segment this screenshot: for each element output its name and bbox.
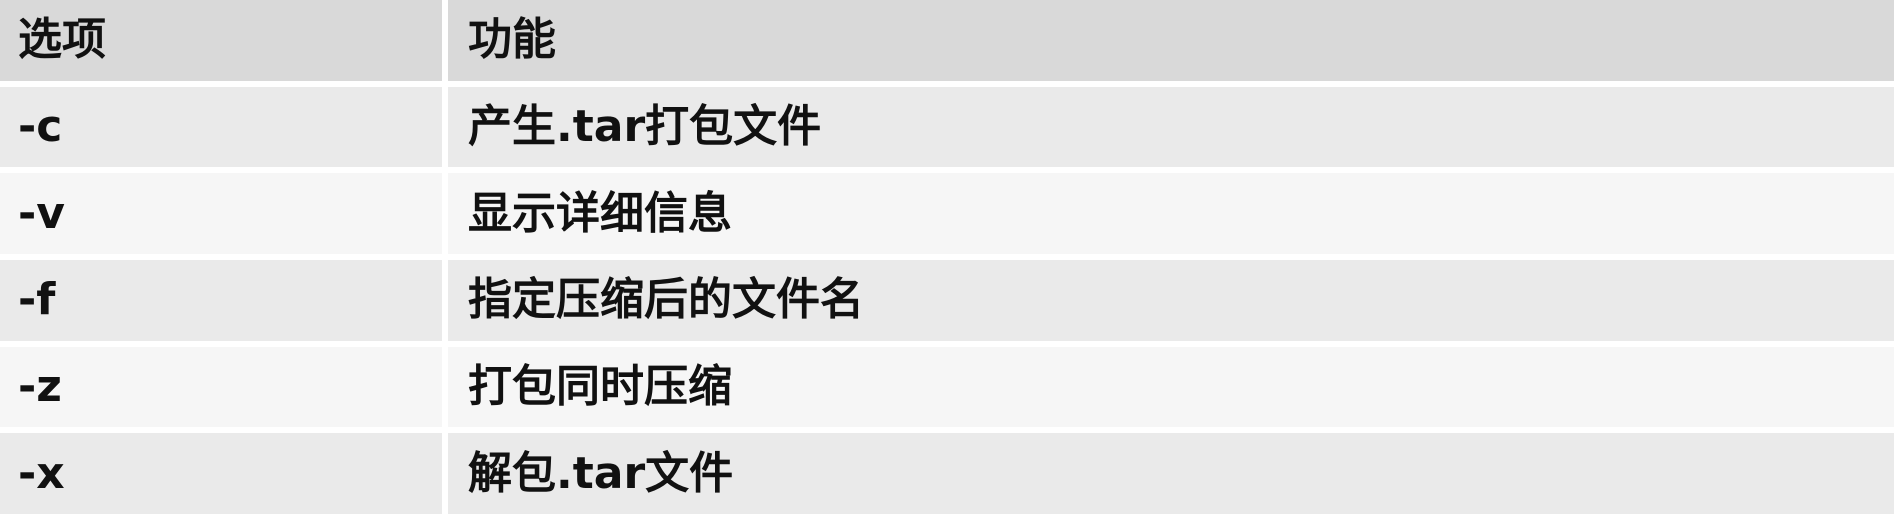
header-option-label: 选项 xyxy=(18,14,106,66)
table-row-option: -v xyxy=(0,173,448,260)
header-function-label: 功能 xyxy=(468,14,556,66)
option-f: -f xyxy=(18,274,56,326)
function-filename: 指定压缩后的文件名 xyxy=(468,274,864,326)
table-row-option: -x xyxy=(0,433,448,520)
option-c: -c xyxy=(18,100,63,152)
table-row-function: 打包同时压缩 xyxy=(448,346,1900,434)
table-row-function: 解包.tar文件 xyxy=(448,433,1900,520)
table-row-option: -z xyxy=(0,346,448,434)
option-z: -z xyxy=(18,360,62,412)
function-verbose: 显示详细信息 xyxy=(468,187,732,239)
function-create-tar: 产生.tar打包文件 xyxy=(468,100,822,152)
table-row-function: 指定压缩后的文件名 xyxy=(448,259,1900,347)
options-table: 选项 功能 -c 产生.tar打包文件 -v 显示详细信息 -f 指定压缩后的文… xyxy=(0,0,1900,520)
table-row-function: 产生.tar打包文件 xyxy=(448,86,1900,174)
table-row-function: 显示详细信息 xyxy=(448,173,1900,260)
function-compress: 打包同时压缩 xyxy=(468,360,732,412)
function-extract-tar: 解包.tar文件 xyxy=(468,447,734,499)
table-row-option: -f xyxy=(0,259,448,347)
header-option-cell: 选项 xyxy=(0,0,448,87)
option-v: -v xyxy=(18,187,65,239)
table-row-option: -c xyxy=(0,86,448,174)
header-function-cell: 功能 xyxy=(448,0,1900,87)
option-x: -x xyxy=(18,447,65,499)
